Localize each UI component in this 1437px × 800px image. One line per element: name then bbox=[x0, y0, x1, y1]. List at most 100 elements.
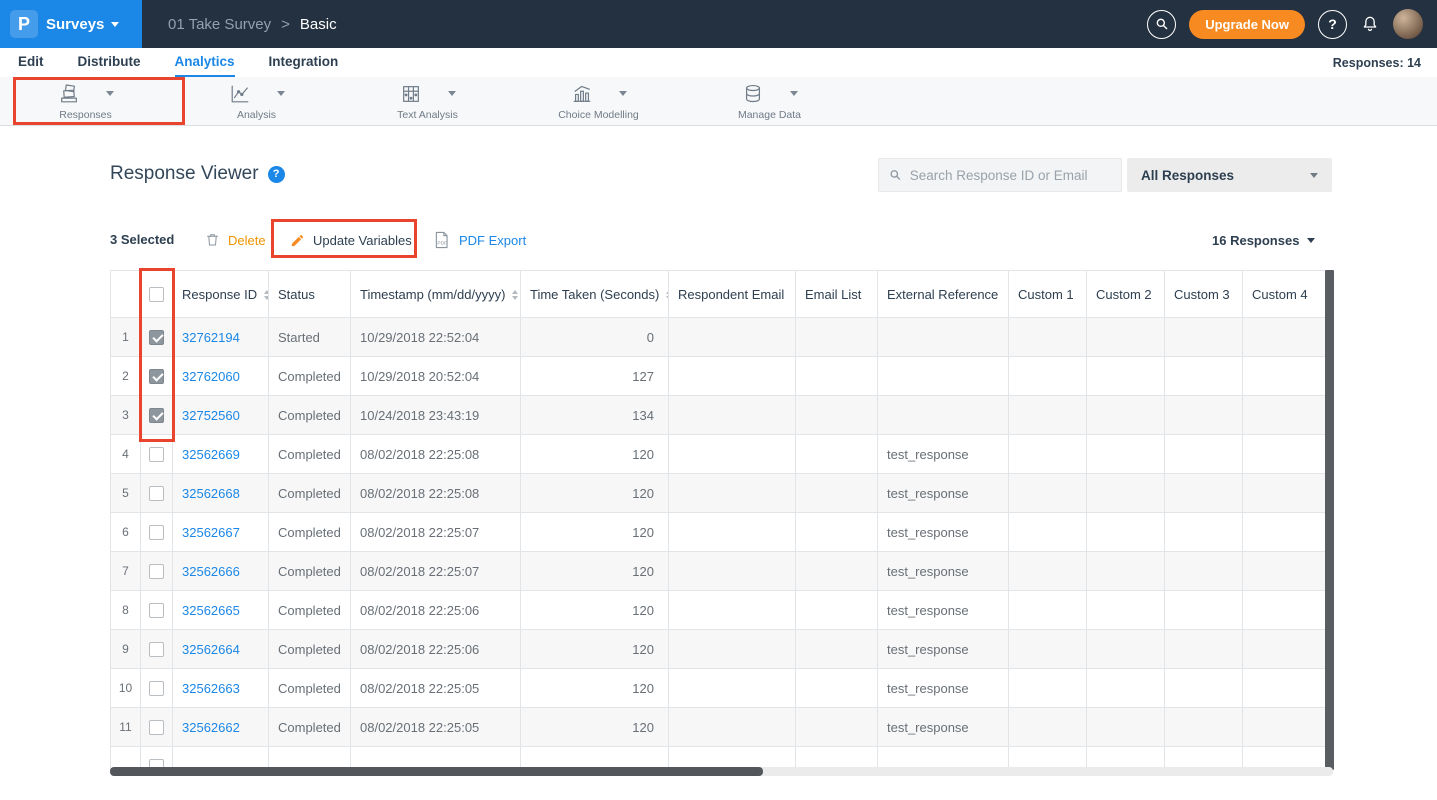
cell-custom1 bbox=[1009, 357, 1087, 396]
response-id-link[interactable]: 32762060 bbox=[173, 357, 269, 396]
toolbar-item-manage-data[interactable]: Manage Data bbox=[684, 77, 855, 125]
tab-integration[interactable]: Integration bbox=[269, 48, 339, 77]
toolbar-item-text-analysis[interactable]: Text Analysis bbox=[342, 77, 513, 125]
cell-custom2 bbox=[1087, 591, 1165, 630]
tab-edit[interactable]: Edit bbox=[18, 48, 44, 77]
question-mark-icon: ? bbox=[1328, 16, 1337, 32]
row-checkbox[interactable] bbox=[141, 435, 173, 474]
horizontal-scrollbar-thumb[interactable] bbox=[110, 767, 763, 776]
tab-analytics[interactable]: Analytics bbox=[175, 48, 235, 77]
pdf-export-button[interactable]: PDF PDF Export bbox=[432, 226, 526, 254]
cell-custom3 bbox=[1165, 630, 1243, 669]
column-header-custom1: Custom 1 bbox=[1009, 271, 1087, 318]
search-button[interactable] bbox=[1147, 10, 1176, 39]
row-checkbox[interactable] bbox=[141, 474, 173, 513]
chevron-down-icon bbox=[106, 91, 114, 96]
column-header-id[interactable]: Response ID bbox=[173, 271, 269, 318]
response-id-link[interactable]: 32562664 bbox=[173, 630, 269, 669]
cell-custom1 bbox=[1009, 630, 1087, 669]
cell-respondent_email bbox=[669, 474, 796, 513]
toolbar-item-responses[interactable]: Responses bbox=[0, 77, 171, 125]
toolbar-label: Choice Modelling bbox=[558, 109, 639, 121]
cell-external_reference: test_response bbox=[878, 474, 1009, 513]
response-id-link[interactable]: 32562663 bbox=[173, 669, 269, 708]
cell-time_taken: 120 bbox=[521, 591, 669, 630]
response-id-link[interactable]: 32562666 bbox=[173, 552, 269, 591]
cell-time_taken: 0 bbox=[521, 318, 669, 357]
row-number: 4 bbox=[111, 435, 141, 474]
cell-respondent_email bbox=[669, 630, 796, 669]
row-checkbox[interactable] bbox=[141, 318, 173, 357]
surveys-menu[interactable]: P Surveys bbox=[0, 0, 142, 48]
cell-email_list bbox=[796, 474, 878, 513]
select-all-checkbox[interactable] bbox=[141, 271, 173, 318]
cell-external_reference bbox=[878, 396, 1009, 435]
row-number: 11 bbox=[111, 708, 141, 747]
row-checkbox[interactable] bbox=[141, 396, 173, 435]
response-filter-dropdown[interactable]: All Responses bbox=[1127, 158, 1332, 192]
cell-email_list bbox=[796, 357, 878, 396]
notifications-button[interactable] bbox=[1360, 14, 1380, 34]
choice-modelling-icon bbox=[571, 83, 593, 105]
filter-selected-value: All Responses bbox=[1141, 168, 1234, 183]
cell-custom2 bbox=[1087, 552, 1165, 591]
row-checkbox[interactable] bbox=[141, 591, 173, 630]
cell-timestamp: 08/02/2018 22:25:07 bbox=[351, 513, 521, 552]
cell-custom4 bbox=[1243, 357, 1326, 396]
delete-button[interactable]: Delete bbox=[205, 226, 266, 254]
tab-distribute[interactable]: Distribute bbox=[78, 48, 141, 77]
help-button[interactable]: ? bbox=[1318, 10, 1347, 39]
sort-icon[interactable] bbox=[512, 290, 518, 300]
update-variables-button[interactable]: Update Variables bbox=[290, 226, 412, 254]
cell-custom1 bbox=[1009, 435, 1087, 474]
row-checkbox[interactable] bbox=[141, 357, 173, 396]
column-header-respondent_email: Respondent Email bbox=[669, 271, 796, 318]
cell-status: Started bbox=[269, 318, 351, 357]
response-id-link[interactable]: 32562669 bbox=[173, 435, 269, 474]
row-checkbox[interactable] bbox=[141, 669, 173, 708]
cell-custom1 bbox=[1009, 669, 1087, 708]
response-id-link[interactable]: 32562667 bbox=[173, 513, 269, 552]
response-id-link[interactable]: 32562662 bbox=[173, 708, 269, 747]
response-id-link[interactable]: 32562668 bbox=[173, 474, 269, 513]
cell-respondent_email bbox=[669, 357, 796, 396]
toolbar-label: Responses bbox=[59, 109, 112, 121]
toolbar-item-analysis[interactable]: Analysis bbox=[171, 77, 342, 125]
cell-custom2 bbox=[1087, 630, 1165, 669]
column-header-timestamp[interactable]: Timestamp (mm/dd/yyyy) bbox=[351, 271, 521, 318]
cell-custom3 bbox=[1165, 513, 1243, 552]
response-id-link[interactable]: 32762194 bbox=[173, 318, 269, 357]
response-id-link[interactable]: 32562665 bbox=[173, 591, 269, 630]
column-header-status: Status bbox=[269, 271, 351, 318]
responses-count-dropdown[interactable]: 16 Responses bbox=[1212, 226, 1315, 254]
toolbar-label: Manage Data bbox=[738, 109, 801, 121]
row-checkbox[interactable] bbox=[141, 513, 173, 552]
user-avatar[interactable] bbox=[1393, 9, 1423, 39]
row-checkbox[interactable] bbox=[141, 552, 173, 591]
upgrade-now-button[interactable]: Upgrade Now bbox=[1189, 10, 1305, 39]
response-id-link[interactable]: 32752560 bbox=[173, 396, 269, 435]
cell-status: Completed bbox=[269, 396, 351, 435]
cell-status: Completed bbox=[269, 474, 351, 513]
row-number: 2 bbox=[111, 357, 141, 396]
toolbar-item-choice-modelling[interactable]: Choice Modelling bbox=[513, 77, 684, 125]
breadcrumb-survey-name[interactable]: 01 Take Survey bbox=[168, 16, 271, 33]
sort-icon[interactable] bbox=[264, 290, 268, 300]
row-checkbox[interactable] bbox=[141, 708, 173, 747]
column-header-time_taken[interactable]: Time Taken (Seconds) bbox=[521, 271, 669, 318]
help-badge-icon[interactable]: ? bbox=[268, 166, 285, 183]
app-window: P Surveys 01 Take Survey > Basic Upgrade… bbox=[0, 0, 1437, 800]
chevron-down-icon bbox=[619, 91, 627, 96]
cell-time_taken: 127 bbox=[521, 357, 669, 396]
vertical-scrollbar[interactable] bbox=[1325, 270, 1334, 770]
cell-custom1 bbox=[1009, 474, 1087, 513]
cell-timestamp: 08/02/2018 22:25:06 bbox=[351, 591, 521, 630]
cell-status: Completed bbox=[269, 513, 351, 552]
top-bar: P Surveys 01 Take Survey > Basic Upgrade… bbox=[0, 0, 1437, 48]
column-header-external_reference: External Reference bbox=[878, 271, 1009, 318]
search-input[interactable] bbox=[910, 168, 1111, 183]
row-checkbox[interactable] bbox=[141, 630, 173, 669]
cell-respondent_email bbox=[669, 669, 796, 708]
cell-custom2 bbox=[1087, 708, 1165, 747]
cell-timestamp: 10/24/2018 23:43:19 bbox=[351, 396, 521, 435]
